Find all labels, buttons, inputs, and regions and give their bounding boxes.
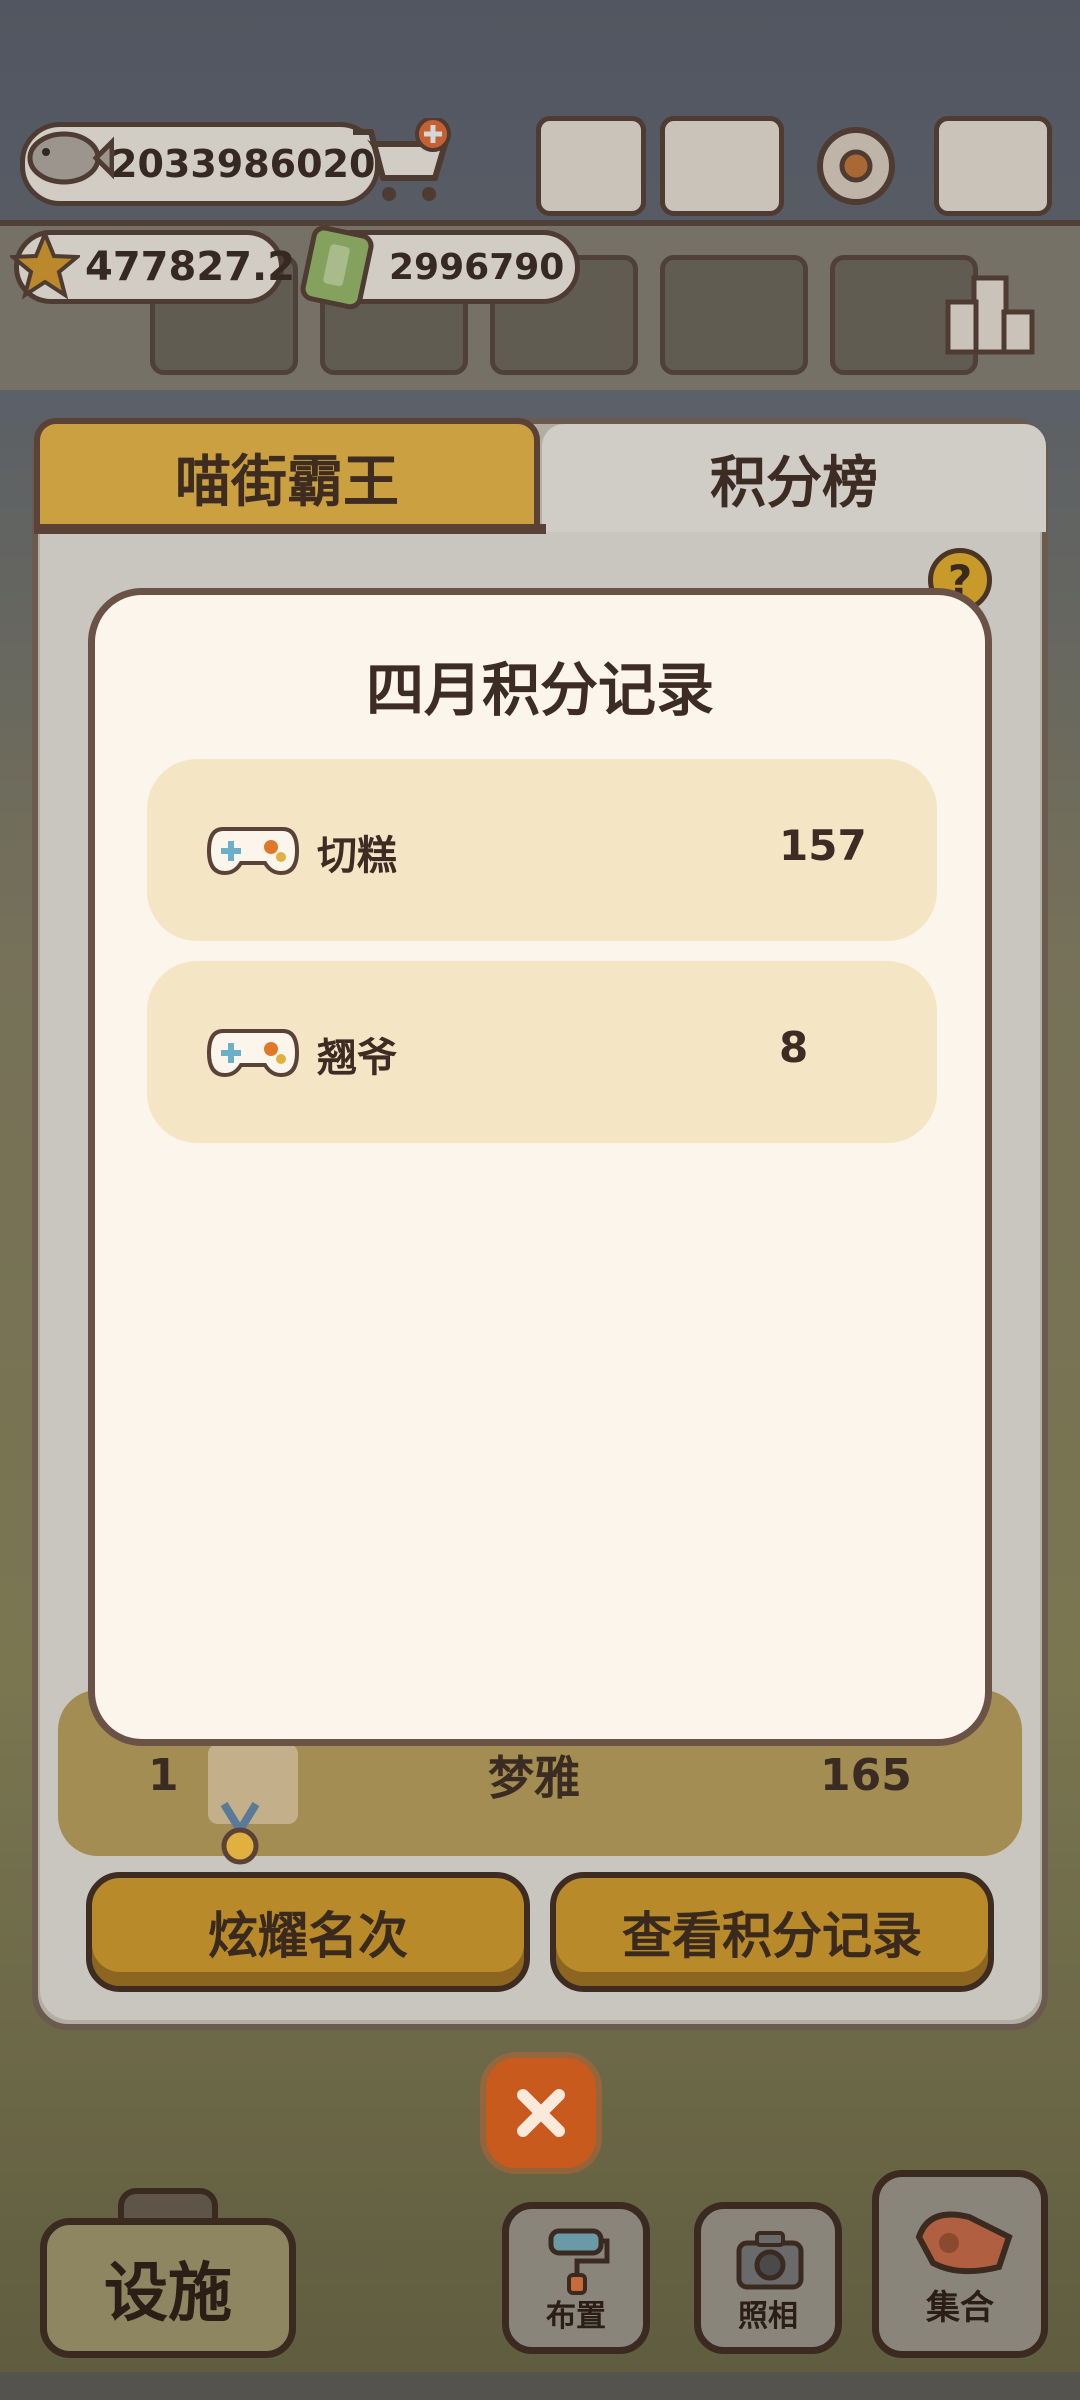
view-records-button[interactable]: 查看积分记录 [550, 1872, 994, 1992]
facility-button[interactable]: 设施 [40, 2218, 296, 2358]
record-points: 8 [779, 1023, 809, 1072]
whistle-icon [915, 2211, 1013, 2275]
player-name: 梦雅 [488, 1751, 580, 1805]
tab-underline [34, 524, 546, 534]
record-name: 切糕 [317, 833, 397, 879]
player-score: 165 [820, 1750, 912, 1801]
photo-button[interactable]: 照相 [694, 2202, 842, 2354]
paint-roller-icon [548, 2228, 610, 2295]
medal-icon [220, 1801, 260, 1865]
gamepad-icon [207, 827, 299, 876]
show-rank-button[interactable]: 炫耀名次 [86, 1872, 530, 1992]
layout-button[interactable]: 布置 [502, 2202, 650, 2354]
points-record-modal: 四月积分记录 切糕 157 翘爷 8 [88, 588, 992, 1746]
gather-label: 集合 [926, 2288, 994, 2328]
record-name: 翘爷 [317, 1035, 397, 1081]
tab-points-board[interactable]: 积分榜 [542, 424, 1046, 532]
rank-number: 1 [148, 1750, 179, 1801]
modal-title: 四月积分记录 [365, 656, 714, 724]
system-nav-bar [0, 2372, 1080, 2400]
layout-label: 布置 [546, 2299, 606, 2334]
close-button[interactable] [486, 2058, 596, 2168]
record-row: 切糕 157 [147, 759, 937, 941]
close-icon [517, 2089, 565, 2137]
gather-button[interactable]: 集合 [872, 2170, 1048, 2358]
gamepad-icon [207, 1029, 299, 1078]
record-row: 翘爷 8 [147, 961, 937, 1143]
camera-icon [736, 2231, 804, 2290]
tab-street-king[interactable]: 喵街霸王 [34, 418, 540, 530]
record-points: 157 [779, 821, 867, 870]
photo-label: 照相 [738, 2299, 798, 2334]
